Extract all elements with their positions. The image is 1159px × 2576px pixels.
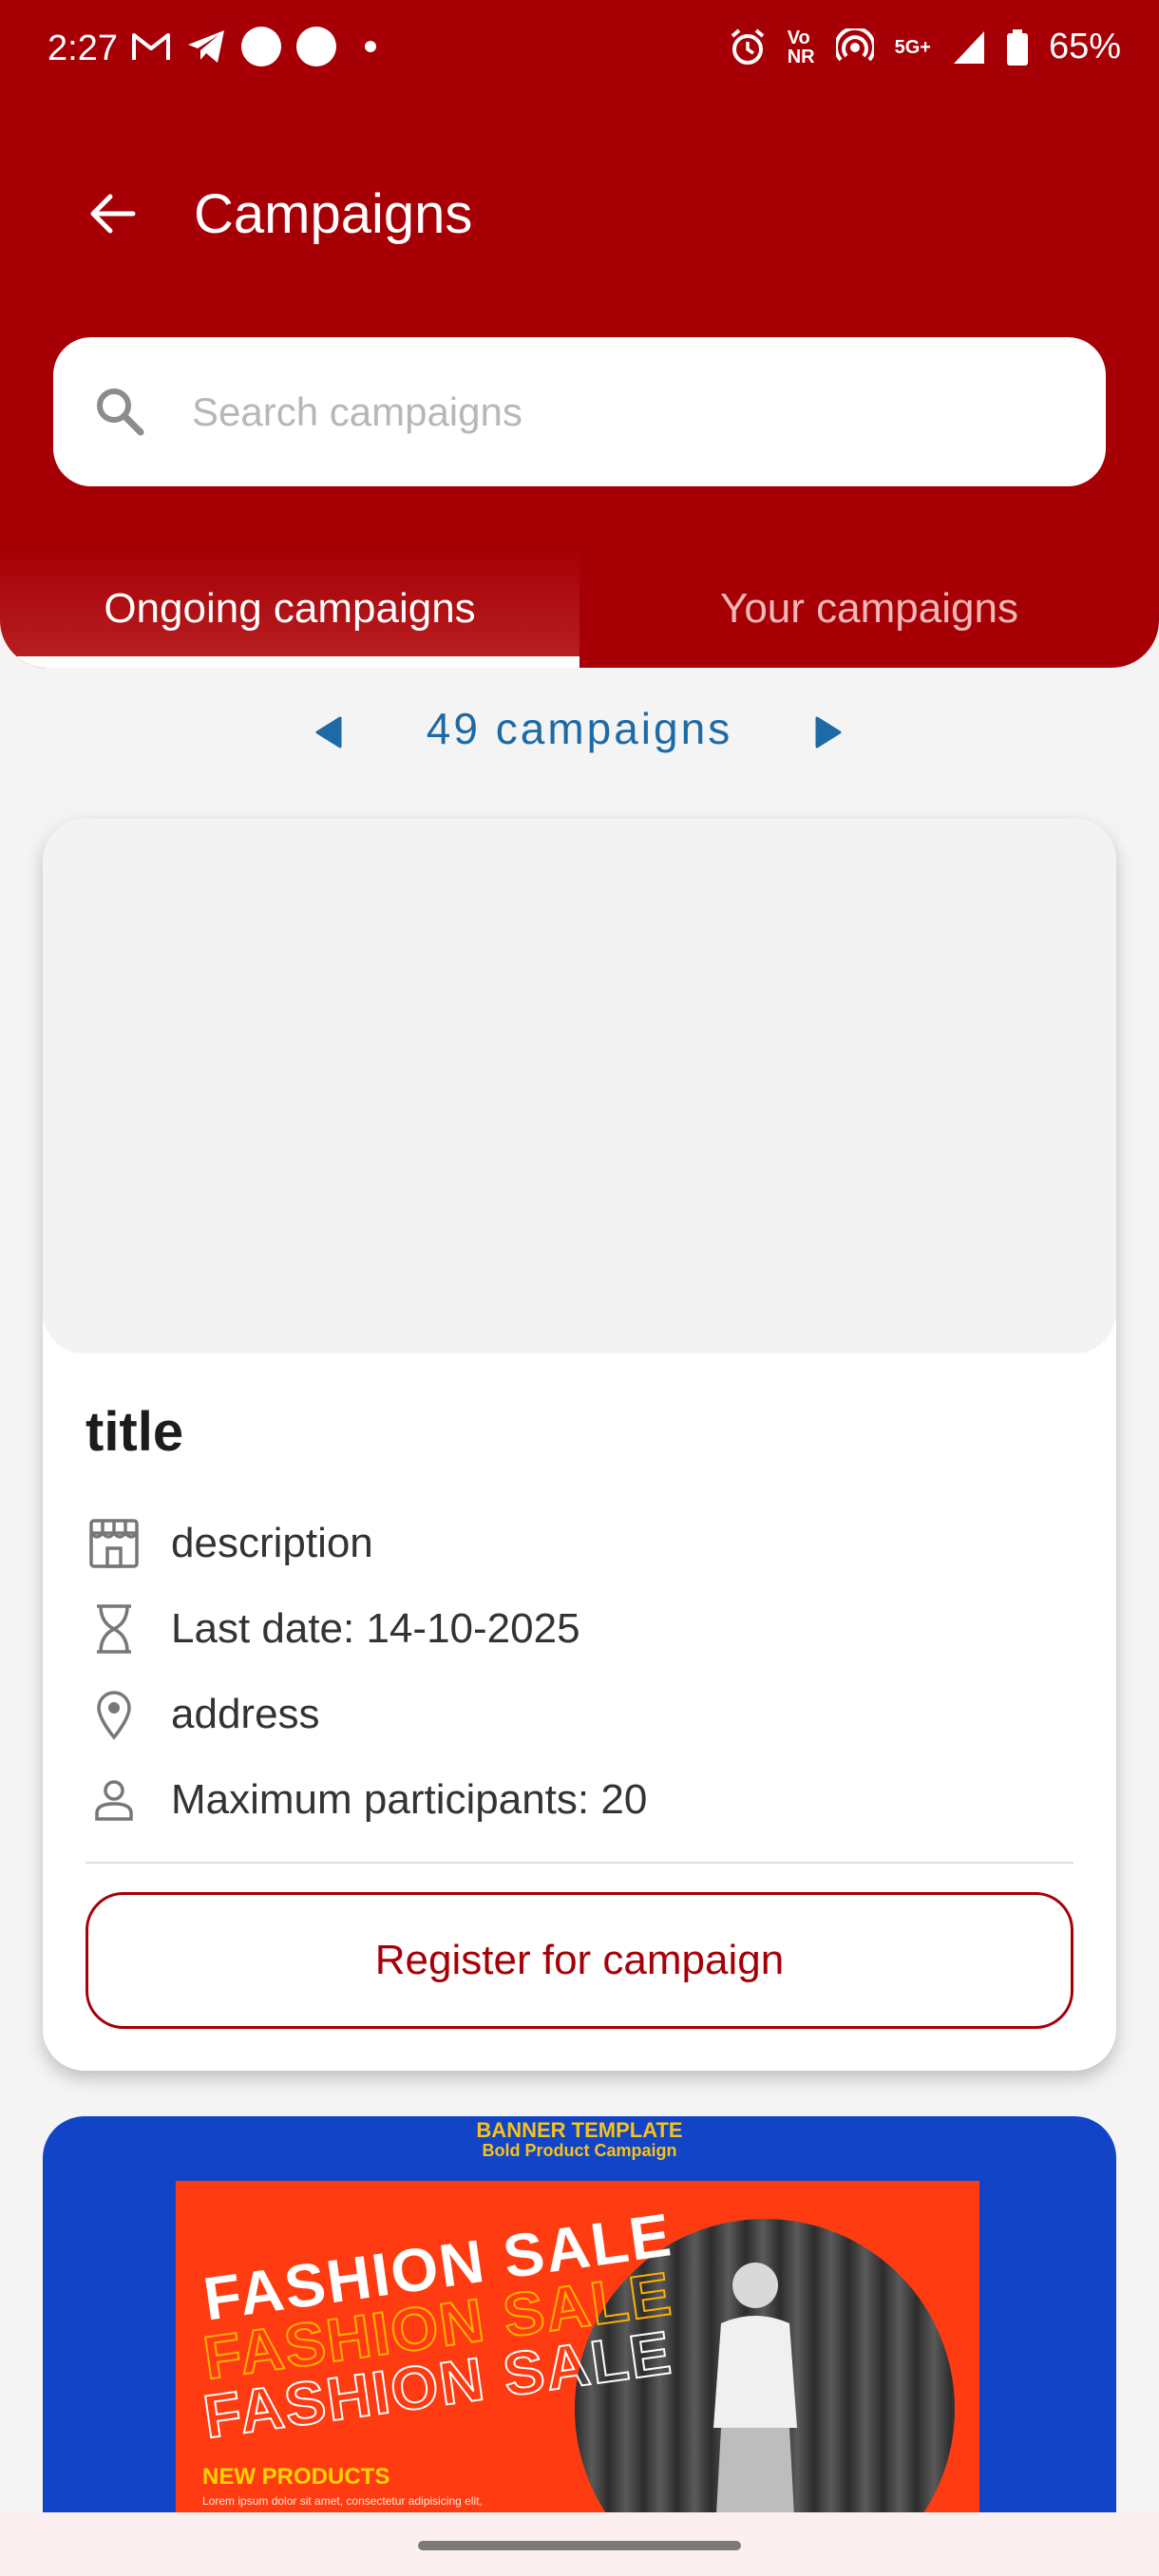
gmail-icon [132, 33, 170, 60]
campaign-count-row: 49 campaigns [0, 703, 1159, 764]
banner-subheading: Bold Product Campaign [482, 2141, 677, 2160]
notification-icons [131, 27, 376, 66]
register-campaign-button[interactable]: Register for campaign [86, 1892, 1074, 2029]
poster-body-text: Lorem ipsum dolor sit amet, consectetur … [202, 2494, 483, 2508]
system-icons: Vo NR 5G+ 65% [729, 27, 1121, 67]
search-icon [97, 388, 144, 436]
fashion-sale-poster: FASHION SALE FASHION SALE FASHION SALE N… [176, 2181, 979, 2515]
telegram-icon [188, 30, 224, 63]
description-row: description [86, 1510, 1074, 1577]
model-figure-icon [713, 2263, 797, 2515]
campaign-image-placeholder [43, 819, 1116, 1354]
back-button[interactable] [82, 182, 144, 245]
status-time: 2:27 [48, 28, 118, 68]
last-date-row: Last date: 14-10-2025 [86, 1596, 1074, 1662]
header: 2:27 Vo NR 5G+ 65% Campaigns Search camp… [0, 0, 1159, 668]
card-divider [86, 1862, 1074, 1864]
signal-icon [953, 30, 984, 64]
battery-icon [1006, 28, 1028, 66]
participants-row: Maximum participants: 20 [86, 1767, 1074, 1833]
status-bar: 2:27 Vo NR 5G+ 65% [0, 0, 1159, 104]
campaign-card[interactable]: title description Last date: 14-10-2025 [43, 819, 1116, 2071]
location-pin-icon [86, 1686, 142, 1743]
tab-label: Your campaigns [720, 584, 1018, 632]
campaign-title: title [86, 1401, 184, 1463]
search-input[interactable] [192, 375, 1047, 449]
alarm-icon [731, 28, 764, 65]
tab-your-campaigns[interactable]: Your campaigns [580, 549, 1159, 668]
campaign-count: 49 campaigns [426, 704, 733, 753]
volte-icon: Vo NR [787, 27, 815, 67]
campaign-card-banner[interactable]: BANNER TEMPLATE Bold Product Campaign FA… [43, 2116, 1116, 2515]
notification-dot-icon [241, 27, 281, 66]
campaign-max-participants: Maximum participants: 20 [171, 1776, 648, 1823]
notification-dot-icon [296, 27, 336, 66]
banner-heading: BANNER TEMPLATE [476, 2118, 683, 2142]
more-notifications-icon [365, 41, 376, 52]
store-icon [86, 1515, 142, 1572]
person-icon [86, 1771, 142, 1828]
next-page-icon[interactable] [815, 716, 844, 748]
campaign-address: address [171, 1691, 320, 1737]
app-bar: Campaigns [0, 161, 1159, 266]
hotspot-icon [835, 28, 874, 61]
address-row: address [86, 1681, 1074, 1748]
poster-subhead: NEW PRODUCTS [202, 2464, 390, 2490]
page-title: Campaigns [194, 183, 473, 245]
campaign-last-date: Last date: 14-10-2025 [171, 1605, 580, 1652]
network-type: 5G+ [894, 36, 931, 58]
hourglass-icon [86, 1601, 142, 1657]
tab-label: Ongoing campaigns [104, 584, 476, 632]
tab-ongoing-campaigns[interactable]: Ongoing campaigns [0, 549, 580, 668]
tab-indicator [0, 656, 580, 668]
search-bar[interactable] [53, 337, 1106, 486]
campaign-description: description [171, 1520, 373, 1566]
system-navigation-bar [0, 2512, 1159, 2576]
battery-level: 65% [1048, 27, 1121, 66]
arrow-back-icon [90, 194, 136, 234]
gesture-handle[interactable] [418, 2541, 741, 2550]
